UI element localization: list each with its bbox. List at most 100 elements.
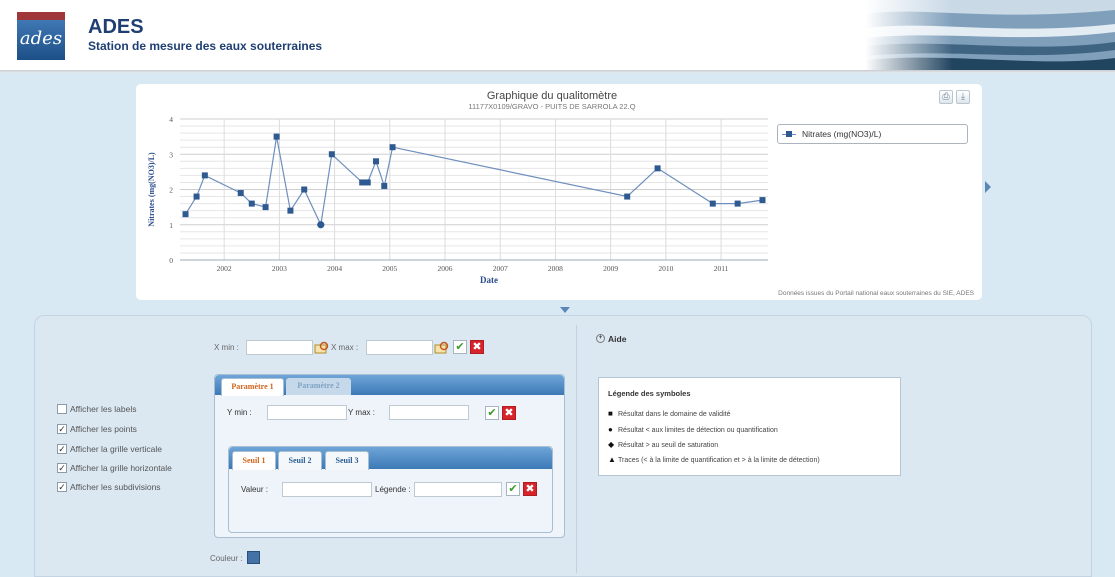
- tab-seuil-3[interactable]: Seuil 3: [325, 451, 369, 470]
- y-tick-label: 0: [169, 256, 173, 265]
- symbol-legend-title: Légende des symboles: [608, 389, 691, 398]
- chart-legend[interactable]: Nitrates (mg(NO3)/L): [777, 124, 968, 144]
- data-point: [328, 151, 335, 158]
- help-toggle[interactable]: + Aide: [596, 334, 626, 344]
- vertical-grid-checkbox[interactable]: ✓: [57, 444, 67, 454]
- data-point: [624, 193, 631, 200]
- header-divider: [0, 70, 1115, 73]
- option-show-labels[interactable]: Afficher les labels: [57, 404, 136, 417]
- print-icon: ⎙: [942, 92, 950, 102]
- print-chart-button[interactable]: ⎙: [939, 90, 953, 104]
- plus-circle-icon: +: [596, 334, 605, 343]
- x-tick-label: 2010: [658, 264, 673, 273]
- download-icon: ⤓: [961, 92, 965, 102]
- data-point: [248, 200, 255, 207]
- y-tick-label: 2: [169, 186, 173, 195]
- settings-divider: [576, 325, 577, 573]
- y-tick-label: 4: [169, 115, 173, 124]
- x-range-reset-button[interactable]: ✖: [470, 340, 484, 354]
- help-label: Aide: [608, 334, 627, 344]
- symbol-legend-text: Résultat > au seuil de saturation: [618, 442, 719, 449]
- valeur-label: Valeur :: [241, 485, 268, 494]
- option-label: Afficher les subdivisions: [70, 482, 161, 492]
- data-point: [359, 179, 366, 186]
- subdivisions-checkbox[interactable]: ✓: [57, 482, 67, 492]
- option-subdivisions[interactable]: ✓ Afficher les subdivisions: [57, 482, 161, 495]
- xmin-input[interactable]: [246, 340, 313, 355]
- x-tick-label: 2005: [382, 264, 397, 273]
- ades-logo[interactable]: ades: [17, 12, 65, 60]
- app-subtitle: Station de mesure des eaux souterraines: [88, 39, 323, 53]
- panel-toggle-arrow-icon[interactable]: [560, 307, 570, 313]
- data-point: [759, 197, 766, 204]
- series-color-picker[interactable]: [247, 551, 260, 564]
- data-point: [301, 186, 308, 193]
- chart-subtitle: 11177X0109/GRAVO - PUITS DE SARROLA 22.Q: [468, 102, 635, 111]
- horizontal-grid-checkbox[interactable]: ✓: [57, 463, 67, 473]
- y-range-apply-button[interactable]: ✔: [485, 406, 499, 420]
- data-point: [201, 172, 208, 179]
- option-horizontal-grid[interactable]: ✓ Afficher la grille horizontale: [57, 463, 172, 476]
- threshold-tabs-box: Seuil 1 Seuil 2 Seuil 3 Valeur : Légende…: [228, 446, 553, 533]
- data-point: [182, 211, 189, 218]
- y-axis-title: Nitrates (mg(NO3)/L): [147, 152, 156, 227]
- app-title: ADES: [88, 16, 144, 38]
- tab-parametre-2[interactable]: Paramètre 2: [286, 378, 351, 395]
- threshold-reset-button[interactable]: ✖: [523, 482, 537, 496]
- x-tick-label: 2008: [548, 264, 563, 273]
- show-labels-checkbox[interactable]: [57, 404, 67, 414]
- close-icon: ✖: [472, 340, 482, 353]
- data-point: [237, 190, 244, 197]
- data-point: [317, 221, 325, 229]
- ymin-label: Y min :: [227, 408, 252, 417]
- valeur-input[interactable]: [282, 482, 372, 497]
- tab-parametre-1[interactable]: Paramètre 1: [221, 378, 284, 396]
- check-icon: ✔: [508, 482, 518, 495]
- data-point: [364, 179, 371, 186]
- y-tick-label: 1: [169, 221, 173, 230]
- x-tick-label: 2002: [217, 264, 232, 273]
- parameter-tabs-box: Paramètre 1 Paramètre 2 Y min : Y max : …: [214, 374, 565, 538]
- y-range-reset-button[interactable]: ✖: [502, 406, 516, 420]
- xmax-label: X max :: [331, 343, 359, 352]
- ymax-label: Y max :: [348, 408, 375, 417]
- symbol-legend: Légende des symboles ■ Résultat dans le d…: [598, 377, 901, 476]
- tab-seuil-2[interactable]: Seuil 2: [278, 451, 322, 470]
- data-source-credit: Données issues du Portail national eaux …: [778, 290, 974, 297]
- check-icon: ✔: [455, 340, 465, 353]
- series-line: [184, 136, 763, 227]
- x-tick-label: 2009: [603, 264, 618, 273]
- triangle-icon: ▲: [608, 455, 616, 464]
- x-tick-label: 2006: [438, 264, 453, 273]
- download-chart-button[interactable]: ⤓: [956, 90, 970, 104]
- ymax-input[interactable]: [389, 405, 469, 420]
- x-tick-label: 2011: [714, 264, 729, 273]
- data-point: [381, 182, 388, 189]
- nitrates-chart: Graphique du qualitomètre11177X0109/GRAV…: [147, 90, 768, 285]
- legend-series-label: Nitrates (mg(NO3)/L): [802, 129, 882, 139]
- data-point: [373, 158, 379, 165]
- ymin-input[interactable]: [267, 405, 347, 420]
- option-label: Afficher la grille verticale: [70, 444, 162, 454]
- symbol-legend-text: Résultat < aux limites de détection ou q…: [618, 427, 778, 434]
- square-icon: ■: [608, 409, 613, 418]
- xmin-calendar-icon[interactable]: [314, 341, 329, 354]
- legende-input[interactable]: [414, 482, 502, 497]
- xmax-calendar-icon[interactable]: [434, 341, 449, 354]
- xmax-input[interactable]: [366, 340, 433, 355]
- close-icon: ✖: [504, 406, 514, 419]
- show-points-checkbox[interactable]: ✓: [57, 424, 67, 434]
- data-point: [654, 165, 661, 172]
- x-tick-label: 2003: [272, 264, 287, 273]
- option-label: Afficher les points: [70, 424, 137, 434]
- threshold-apply-button[interactable]: ✔: [506, 482, 520, 496]
- x-range-apply-button[interactable]: ✔: [453, 340, 467, 354]
- data-point: [273, 133, 280, 140]
- symbol-legend-item: ● Résultat < aux limites de détection ou …: [608, 425, 778, 434]
- option-vertical-grid[interactable]: ✓ Afficher la grille verticale: [57, 444, 162, 457]
- symbol-legend-text: Traces (< à la limite de quantification …: [618, 457, 820, 464]
- tab-seuil-1[interactable]: Seuil 1: [232, 451, 276, 470]
- option-show-points[interactable]: ✓ Afficher les points: [57, 424, 137, 437]
- chart-next-arrow-icon[interactable]: [985, 181, 991, 193]
- chart-panel: Graphique du qualitomètre 11177X0109/GRAV…: [136, 84, 982, 300]
